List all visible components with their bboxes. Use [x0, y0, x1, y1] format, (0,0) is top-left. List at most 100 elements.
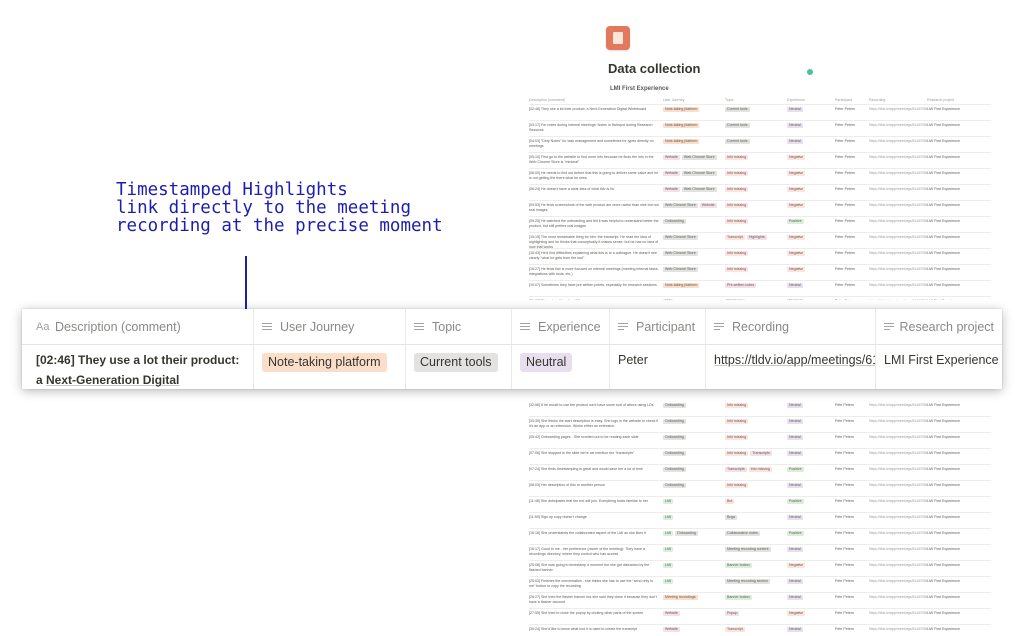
- bg-tag: Transcript: [725, 235, 745, 240]
- bg-tag: Onboarding: [663, 403, 686, 408]
- bg-tag: Bot: [725, 499, 735, 504]
- cell-participant[interactable]: Peter: [610, 345, 706, 389]
- bg-tag: Positive: [787, 499, 804, 504]
- cell-user-journey[interactable]: Note-taking platform: [254, 345, 406, 389]
- bg-table-row[interactable]: [07:06] She stopped in the slide we're w…: [529, 449, 991, 465]
- bg-table-row[interactable]: [08:03] Her description of tldv to anoth…: [529, 481, 991, 497]
- bg-tag: Onboarding: [675, 531, 698, 536]
- cell-experience[interactable]: Neutral: [512, 345, 610, 389]
- column-header-experience[interactable]: Experience: [512, 309, 610, 344]
- bg-tag: Web Chrome Store: [681, 171, 717, 176]
- bg-tag: Info missing: [725, 251, 749, 256]
- cell-description[interactable]: [02:46] They use a lot their product: a …: [22, 345, 254, 389]
- bg-cell-topic: Collaborative notes: [725, 531, 787, 536]
- bg-table-row[interactable]: [09:25] He watched the onboarding and fe…: [529, 217, 991, 233]
- bg-cell-description: [33:39] She thinks the start description…: [529, 419, 659, 428]
- bg-cell-description: [32:56] If he would to use the product w…: [529, 403, 654, 407]
- bg-tag: Positive: [787, 219, 804, 224]
- bg-cell-participant: Peter Peters: [835, 171, 855, 175]
- bg-header-experience: Experience: [787, 98, 805, 102]
- bg-cell-journey: LMI: [663, 515, 725, 520]
- bg-cell-topic: Current tools: [725, 107, 787, 112]
- column-header-description[interactable]: Aa Description (comment): [22, 309, 254, 344]
- bg-tag: Collaborative notes: [725, 531, 760, 536]
- bg-cell-recording: https://tldv.io/app/meetings/61487f5802a…: [869, 483, 927, 487]
- bg-table-row[interactable]: [03:17] For notes during internal meetin…: [529, 121, 991, 137]
- bg-cell-description: [09:53] He finds screenshots of the web …: [529, 203, 659, 212]
- highlight-description: [02:46] They use a lot their product: a …: [36, 350, 245, 389]
- column-header-recording[interactable]: Recording: [706, 309, 876, 344]
- bg-cell-recording: https://tldv.io/app/meetings/61487f5802a…: [869, 403, 927, 407]
- bg-table-row[interactable]: [05:10] First go to the website to find …: [529, 153, 991, 169]
- recording-link[interactable]: https://tldv.io/app/meetings/61487f5802a…: [714, 350, 875, 370]
- bg-cell-recording: https://tldv.io/app/meetings/61487f5802a…: [869, 563, 927, 567]
- bg-cell-participant: Pete Peters: [835, 531, 854, 535]
- column-header-user-journey[interactable]: User Journey: [254, 309, 406, 344]
- bg-tag: Website: [663, 171, 680, 176]
- bg-table-row[interactable]: [26:27] She tried the flasher banner but…: [529, 593, 991, 609]
- bg-cell-recording: https://tldv.io/app/meetings/61487f5802a…: [869, 283, 927, 287]
- bg-cell-description: [07:24] She finds timestamping is great …: [529, 467, 643, 471]
- bg-table-row[interactable]: [04:03] "Dirty Notes" for task managemen…: [529, 137, 991, 153]
- bg-cell-project: LMI First Experience: [927, 283, 960, 287]
- bg-table-row[interactable]: [33:39] She thinks the start description…: [529, 417, 991, 433]
- bg-table-row[interactable]: [16:27] He finds tldv is more focused on…: [529, 265, 991, 281]
- timestamp-link[interactable]: Next-Generation Digital Whiteboard: [36, 373, 179, 389]
- bg-table-row[interactable]: [30:24] She'd like to know what tool it …: [529, 625, 991, 636]
- bg-table-row[interactable]: [15:43] He'd find difficulties explainin…: [529, 249, 991, 265]
- cell-recording[interactable]: https://tldv.io/app/meetings/61487f5802a…: [706, 345, 876, 389]
- bg-table-row[interactable]: [15:15] The most remarkable thing for hi…: [529, 233, 991, 249]
- bg-cell-topic: Meeting recording section: [725, 579, 787, 584]
- cell-research-project[interactable]: LMI First Experience: [876, 345, 1002, 389]
- bg-table-row[interactable]: [32:56] If he would to use the product w…: [529, 401, 991, 417]
- bg-cell-description: [05:42] Onboarding pages - She scrolled …: [529, 435, 639, 439]
- table-row[interactable]: [02:46] They use a lot their product: a …: [22, 345, 1002, 389]
- bg-cell-experience: Neutral: [787, 283, 835, 288]
- bg-cell-experience: Neutral: [787, 123, 835, 128]
- bg-cell-journey: LMI: [663, 547, 725, 552]
- column-header-topic[interactable]: Topic: [406, 309, 512, 344]
- bg-tag: Website: [663, 627, 680, 632]
- column-header-participant[interactable]: Participant: [610, 309, 706, 344]
- cell-topic[interactable]: Current tools: [406, 345, 512, 389]
- bg-table-row[interactable]: [25:03] Finishes the conversation - she …: [529, 577, 991, 593]
- bg-table-row[interactable]: [09:53] He finds screenshots of the web …: [529, 201, 991, 217]
- bg-table-row[interactable]: [27:55] She tried to close the popup by …: [529, 609, 991, 625]
- bg-cell-topic: Popup: [725, 611, 787, 616]
- bg-tag: Web Chrome Store: [681, 155, 717, 160]
- bg-table-row[interactable]: [07:24] She finds timestamping is great …: [529, 465, 991, 481]
- bg-cell-journey: Note-taking platform: [663, 283, 725, 288]
- bg-cell-project: LMI First Experience: [927, 611, 960, 615]
- bg-tag: Note-taking platform: [663, 107, 700, 112]
- bg-table-row[interactable]: [11:59] Sign up copy doesn't change LMI Bu…: [529, 513, 991, 529]
- bg-table-row[interactable]: [25:08] She was going to timestamp a mom…: [529, 561, 991, 577]
- bg-tag: Neutral: [787, 579, 803, 584]
- bg-cell-description: [06:24] He doesn't have a clear idea of …: [529, 187, 615, 191]
- bg-cell-topic: Bugs: [725, 515, 787, 520]
- bg-table-row[interactable]: [16:16] She understands the collaborated…: [529, 529, 991, 545]
- bg-table-row[interactable]: [19:07] Sometimes they have pre written …: [529, 281, 991, 297]
- bg-table-row[interactable]: [16:17] Good to me - her preference (own…: [529, 545, 991, 561]
- bg-table-row[interactable]: [06:24] He doesn't have a clear idea of …: [529, 185, 991, 201]
- bg-table-row[interactable]: [05:42] Onboarding pages - She scrolled …: [529, 433, 991, 449]
- bg-header-journey: User Journey: [663, 98, 685, 102]
- bg-cell-topic: Info missing: [725, 251, 787, 256]
- list-icon: [414, 322, 424, 331]
- callout-text: Timestamped Highlights link directly to …: [116, 181, 443, 235]
- bg-tag: Note-taking platform: [663, 123, 700, 128]
- bg-header-participant: Participant: [835, 98, 852, 102]
- bg-table-row[interactable]: [02:46] They use a lot their product: a …: [529, 105, 991, 121]
- bg-table-row[interactable]: [11:48] She anticipates that the bot wil…: [529, 497, 991, 513]
- bg-cell-recording: https://tldv.io/app/meetings/61487f5802a…: [869, 203, 927, 207]
- bg-cell-description: [15:15] The most remarkable thing for hi…: [529, 235, 659, 249]
- bg-cell-experience: Neutral: [787, 483, 835, 488]
- tag-current-tools: Current tools: [414, 353, 498, 372]
- bg-cell-journey: Onboarding: [663, 219, 725, 224]
- column-header-research-project[interactable]: Research project: [876, 309, 1002, 344]
- bg-cell-project: LMI First Experience: [927, 563, 960, 567]
- database-view-name[interactable]: LMI First Experience: [610, 86, 669, 92]
- bg-header-recording: Recording: [869, 98, 886, 102]
- bg-table-row[interactable]: [06:00] He needs to find out before that…: [529, 169, 991, 185]
- research-project-name: LMI First Experience: [884, 353, 999, 367]
- bg-cell-experience: Positive: [787, 467, 835, 472]
